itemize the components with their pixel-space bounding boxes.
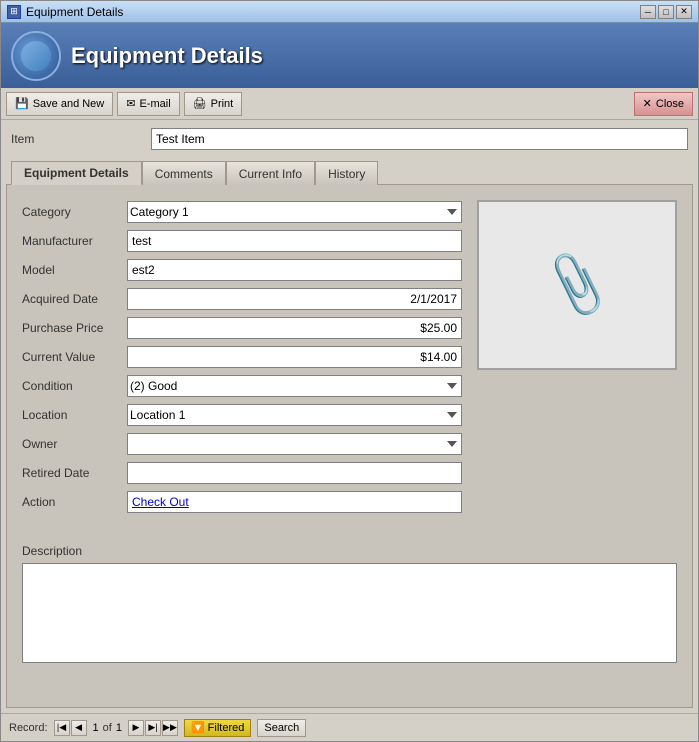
app-logo <box>11 31 61 81</box>
form-row-model: Model <box>22 258 462 282</box>
print-label: Print <box>211 98 234 110</box>
model-input[interactable] <box>127 259 462 281</box>
minimize-button[interactable]: ─ <box>640 5 656 19</box>
description-section: Description <box>22 544 677 666</box>
form-row-retired-date: Retired Date <box>22 461 462 485</box>
item-label: Item <box>11 132 141 146</box>
current-value-input[interactable] <box>127 346 462 368</box>
location-label: Location <box>22 408 127 422</box>
retired-date-label: Retired Date <box>22 466 127 480</box>
tabs-container: Equipment Details Comments Current Info … <box>1 158 698 184</box>
window-close-button[interactable]: ✕ <box>676 5 692 19</box>
category-label: Category <box>22 205 127 219</box>
nav-group: |◀ ◀ <box>54 720 87 736</box>
close-toolbar-icon: ✕ <box>643 97 652 110</box>
item-row: Item <box>1 120 698 158</box>
tab-history[interactable]: History <box>315 161 378 185</box>
email-icon: ✉ <box>126 97 135 110</box>
close-button[interactable]: ✕ Close <box>634 92 693 116</box>
search-label: Search <box>264 722 299 734</box>
owner-label: Owner <box>22 437 127 451</box>
next-record-button[interactable]: ▶ <box>128 720 144 736</box>
main-window: ⊞ Equipment Details ─ □ ✕ Equipment Deta… <box>0 0 699 742</box>
record-total: 1 <box>116 722 122 734</box>
record-of-label: of <box>103 722 112 734</box>
last-record-button[interactable]: ▶| <box>145 720 161 736</box>
tab-current-info[interactable]: Current Info <box>226 161 315 185</box>
save-and-new-label: Save and New <box>33 98 105 110</box>
acquired-date-label: Acquired Date <box>22 292 127 306</box>
toolbar: 💾 Save and New ✉ E-mail 🖨 Print ✕ Close <box>1 88 698 120</box>
main-content: Category Category 1 Manufacturer Model <box>6 184 693 708</box>
condition-select[interactable]: (2) Good <box>127 375 462 397</box>
action-label: Action <box>22 495 127 509</box>
item-input[interactable] <box>151 128 688 150</box>
more-records-button[interactable]: ▶▶ <box>162 720 178 736</box>
tab-comments[interactable]: Comments <box>142 161 226 185</box>
print-button[interactable]: 🖨 Print <box>184 92 243 116</box>
form-row-location: Location Location 1 <box>22 403 462 427</box>
prev-record-button[interactable]: ◀ <box>71 720 87 736</box>
form-row-owner: Owner <box>22 432 462 456</box>
retired-date-input[interactable] <box>127 462 462 484</box>
manufacturer-input[interactable] <box>127 230 462 252</box>
form-fields: Category Category 1 Manufacturer Model <box>22 200 462 519</box>
status-bar: Record: |◀ ◀ 1 of 1 ▶ ▶| ▶▶ 🔽 Filtered S… <box>1 713 698 741</box>
paperclip-icon: 📎 <box>539 248 614 321</box>
window-title: Equipment Details <box>26 5 640 19</box>
window-icon: ⊞ <box>7 5 21 19</box>
print-icon: 🖨 <box>193 97 207 110</box>
owner-select[interactable] <box>127 433 462 455</box>
form-row-acquired-date: Acquired Date <box>22 287 462 311</box>
form-row-purchase-price: Purchase Price <box>22 316 462 340</box>
description-textarea[interactable] <box>22 563 677 663</box>
filtered-label: Filtered <box>208 722 245 734</box>
first-record-button[interactable]: |◀ <box>54 720 70 736</box>
tabs: Equipment Details Comments Current Info … <box>11 160 688 184</box>
save-icon: 💾 <box>15 97 29 110</box>
filtered-button[interactable]: 🔽 Filtered <box>184 719 251 737</box>
condition-label: Condition <box>22 379 127 393</box>
attachment-box: 📎 <box>477 200 677 370</box>
nav-next-group: ▶ ▶| ▶▶ <box>128 720 178 736</box>
logo-inner <box>21 41 51 71</box>
form-row-action: Action Check Out <box>22 490 462 514</box>
filtered-icon: 🔽 <box>191 721 205 734</box>
close-label: Close <box>656 98 684 110</box>
email-label: E-mail <box>139 98 170 110</box>
window-controls: ─ □ ✕ <box>640 5 692 19</box>
form-area: Category Category 1 Manufacturer Model <box>22 200 677 519</box>
app-title: Equipment Details <box>71 43 263 69</box>
description-label: Description <box>22 544 677 558</box>
search-button[interactable]: Search <box>257 719 306 737</box>
form-row-current-value: Current Value <box>22 345 462 369</box>
record-current: 1 <box>93 722 99 734</box>
title-bar: ⊞ Equipment Details ─ □ ✕ <box>1 1 698 23</box>
record-label: Record: <box>9 722 48 734</box>
email-button[interactable]: ✉ E-mail <box>117 92 179 116</box>
form-row-manufacturer: Manufacturer <box>22 229 462 253</box>
save-and-new-button[interactable]: 💾 Save and New <box>6 92 113 116</box>
form-row-condition: Condition (2) Good <box>22 374 462 398</box>
acquired-date-input[interactable] <box>127 288 462 310</box>
record-info: 1 of 1 <box>93 722 122 734</box>
purchase-price-label: Purchase Price <box>22 321 127 335</box>
model-label: Model <box>22 263 127 277</box>
app-header: Equipment Details <box>1 23 698 88</box>
current-value-label: Current Value <box>22 350 127 364</box>
manufacturer-label: Manufacturer <box>22 234 127 248</box>
check-out-link[interactable]: Check Out <box>132 495 189 509</box>
form-row-category: Category Category 1 <box>22 200 462 224</box>
tab-equipment-details[interactable]: Equipment Details <box>11 161 142 185</box>
maximize-button[interactable]: □ <box>658 5 674 19</box>
location-select[interactable]: Location 1 <box>127 404 462 426</box>
category-select[interactable]: Category 1 <box>127 201 462 223</box>
purchase-price-input[interactable] <box>127 317 462 339</box>
